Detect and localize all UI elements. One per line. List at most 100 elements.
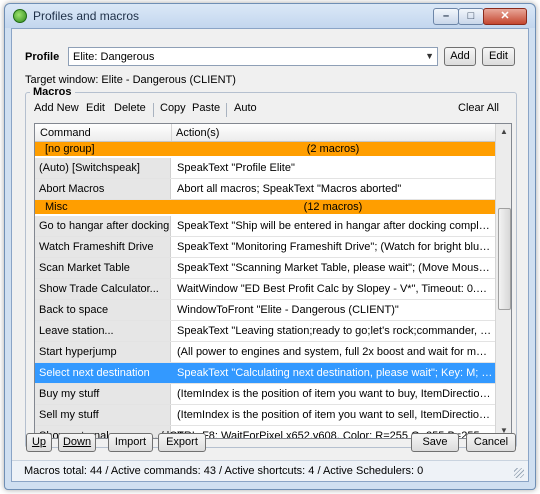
column-header-command[interactable]: Command <box>40 127 91 139</box>
command-cell: Select next destination <box>35 363 171 383</box>
table-row[interactable]: Go to hangar after docking SpeakText "Shi… <box>35 216 495 237</box>
column-header-actions[interactable]: Action(s) <box>176 127 219 139</box>
table-row[interactable]: Buy my stuff (ItemIndex is the position o… <box>35 384 495 405</box>
table-row[interactable]: (Auto) [Switchspeak] SpeakText "Profile E… <box>35 158 495 179</box>
edit-macro-label: Edit <box>86 102 105 114</box>
toolbar-separator <box>153 103 154 117</box>
action-text: SpeakText "Scanning Market Table, please… <box>177 262 493 274</box>
action-text: SpeakText "Leaving station;ready to go;l… <box>177 325 493 337</box>
cancel-button[interactable]: Cancel <box>466 433 516 452</box>
action-text: WindowToFront "Elite - Dangerous (CLIENT… <box>177 304 399 316</box>
table-row[interactable]: Leave station... SpeakText "Leaving stati… <box>35 321 495 342</box>
table-row[interactable]: Show Trade Calculator... WaitWindow "ED B… <box>35 279 495 300</box>
macros-table[interactable]: Command Action(s) [no group] (2 macros) (A… <box>34 123 512 439</box>
command-cell: Abort Macros <box>35 179 171 199</box>
command-cell: Back to space <box>35 300 171 320</box>
group-macro-count: (2 macros) <box>306 143 360 155</box>
status-bar: Macros total: 44 / Active commands: 43 /… <box>12 460 528 481</box>
add-new-button[interactable]: Add New <box>34 102 79 114</box>
command-text: Back to space <box>39 304 109 316</box>
maximize-icon: □ <box>467 10 475 22</box>
command-cell: (Auto) [Switchspeak] <box>35 158 171 178</box>
vertical-scrollbar[interactable]: ▲ ▼ <box>495 124 511 438</box>
export-button[interactable]: Export <box>158 433 206 452</box>
copy-macro-button[interactable]: Copy <box>160 102 186 114</box>
table-row[interactable]: Start hyperjump (All power to engines and… <box>35 342 495 363</box>
action-text: SpeakText "Profile Elite" <box>177 162 295 174</box>
table-row[interactable]: Scan Market Table SpeakText "Scanning Mar… <box>35 258 495 279</box>
profiles-macros-window: Profiles and macros – □ ✕ Profile Elite:… <box>4 3 536 490</box>
group-name: Misc <box>45 201 68 213</box>
app-icon <box>13 9 27 23</box>
copy-macro-label: Copy <box>160 102 186 114</box>
move-up-button[interactable]: Up <box>26 433 52 452</box>
paste-macro-label: Paste <box>192 102 221 114</box>
action-text: (ItemIndex is the position of item you w… <box>177 388 493 400</box>
command-text: Buy my stuff <box>39 388 100 400</box>
title-bar[interactable]: Profiles and macros – □ ✕ <box>5 4 535 28</box>
window-title: Profiles and macros <box>33 9 140 23</box>
delete-macro-button[interactable]: Delete <box>114 102 146 114</box>
move-down-label: Down <box>62 436 92 448</box>
command-cell: Watch Frameshift Drive <box>35 237 171 257</box>
command-text: Go to hangar after docking <box>39 220 170 232</box>
dialog-body: Profile Elite: Dangerous ▼ Add Edit Targ… <box>11 28 529 482</box>
action-text: WaitWindow "ED Best Profit Calc by Slope… <box>177 283 493 295</box>
scrollbar-thumb[interactable] <box>498 208 511 310</box>
action-text: (All power to engines and system, full 2… <box>177 346 493 358</box>
auto-label: Auto <box>234 102 257 114</box>
group-name: [no group] <box>45 143 95 155</box>
profile-label: Profile <box>25 51 60 63</box>
command-text: Watch Frameshift Drive <box>39 241 154 253</box>
profile-selected-value: Elite: Dangerous <box>73 51 155 63</box>
maximize-button[interactable]: □ <box>458 8 484 25</box>
command-cell: Buy my stuff <box>35 384 171 404</box>
move-up-label: Up <box>31 436 47 448</box>
add-profile-button[interactable]: Add <box>444 47 476 66</box>
scroll-up-icon[interactable]: ▲ <box>496 124 511 139</box>
save-button[interactable]: Save <box>411 433 459 452</box>
profile-dropdown[interactable]: Elite: Dangerous ▼ <box>68 47 438 66</box>
command-cell: Start hyperjump <box>35 342 171 362</box>
group-row[interactable]: [no group] (2 macros) <box>35 142 495 157</box>
command-cell: Go to hangar after docking <box>35 216 171 236</box>
status-text: Macros total: 44 / Active commands: 43 /… <box>24 465 424 477</box>
minimize-button[interactable]: – <box>433 8 459 25</box>
edit-profile-button[interactable]: Edit <box>482 47 515 66</box>
import-button[interactable]: Import <box>108 433 153 452</box>
delete-macro-label: Delete <box>114 102 146 114</box>
add-new-label: Add New <box>34 102 79 114</box>
command-text: Scan Market Table <box>39 262 130 274</box>
table-row[interactable]: Abort Macros Abort all macros; SpeakText … <box>35 179 495 200</box>
target-window-label: Target window: Elite - Dangerous (CLIENT… <box>25 74 236 86</box>
command-cell: Leave station... <box>35 321 171 341</box>
paste-macro-button[interactable]: Paste <box>192 102 220 114</box>
command-text: Leave station... <box>39 325 114 337</box>
resize-grip-icon[interactable] <box>514 468 524 478</box>
group-macro-count: (12 macros) <box>303 201 363 213</box>
table-row[interactable]: Sell my stuff (ItemIndex is the position … <box>35 405 495 426</box>
group-row[interactable]: Misc (12 macros) <box>35 200 495 215</box>
chevron-down-icon: ▼ <box>425 51 434 61</box>
action-text: SpeakText "Ship will be entered in hanga… <box>177 220 493 232</box>
action-text: Abort all macros; SpeakText "Macros abor… <box>177 183 402 195</box>
command-cell: Sell my stuff <box>35 405 171 425</box>
command-text: Sell my stuff <box>39 409 99 421</box>
edit-macro-button[interactable]: Edit <box>86 102 105 114</box>
close-button[interactable]: ✕ <box>483 8 527 25</box>
table-row[interactable]: Back to space WindowToFront "Elite - Dang… <box>35 300 495 321</box>
action-text: (ItemIndex is the position of item you w… <box>177 409 493 421</box>
action-text: SpeakText "Monitoring Frameshift Drive";… <box>177 241 493 253</box>
command-text: Show Trade Calculator... <box>39 283 159 295</box>
command-text: Select next destination <box>39 367 150 379</box>
move-down-button[interactable]: Down <box>58 433 96 452</box>
action-text: SpeakText "Calculating next destination,… <box>177 367 493 379</box>
command-cell: Scan Market Table <box>35 258 171 278</box>
minimize-icon: – <box>442 10 450 22</box>
clear-all-label: Clear All <box>458 102 499 114</box>
auto-button[interactable]: Auto <box>234 102 257 114</box>
command-text: Start hyperjump <box>39 346 117 358</box>
table-row[interactable]: Watch Frameshift Drive SpeakText "Monitor… <box>35 237 495 258</box>
table-row[interactable]: Select next destination SpeakText "Calcul… <box>35 363 495 384</box>
clear-all-button[interactable]: Clear All <box>458 102 499 114</box>
